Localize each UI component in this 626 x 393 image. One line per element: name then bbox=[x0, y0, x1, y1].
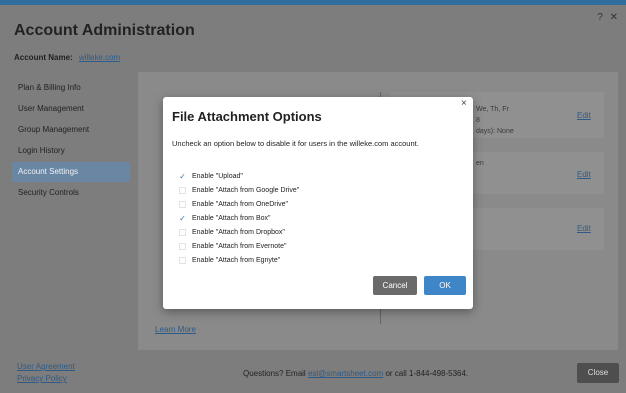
account-name-label: Account Name: bbox=[14, 53, 73, 62]
working-days-text: We, Th, Fr bbox=[476, 106, 509, 113]
edit-link[interactable]: Edit bbox=[577, 111, 591, 120]
sidebar-item-plan-billing[interactable]: Plan & Billing Info bbox=[12, 78, 130, 98]
option-dropbox[interactable]: Enable "Attach from Dropbox" bbox=[179, 226, 285, 239]
support-prefix: Questions? Email bbox=[243, 369, 306, 378]
option-label: Enable "Attach from OneDrive" bbox=[192, 201, 289, 208]
page-title: Account Administration bbox=[14, 22, 195, 39]
sidebar: Plan & Billing Info User Management Grou… bbox=[12, 78, 130, 204]
option-label: Enable "Upload" bbox=[192, 173, 243, 180]
checkbox-checked-icon[interactable]: ✓ bbox=[179, 172, 186, 180]
option-box[interactable]: ✓ Enable "Attach from Box" bbox=[179, 212, 271, 225]
checkbox-unchecked-icon[interactable] bbox=[179, 201, 186, 208]
working-days-number: 8 bbox=[476, 117, 480, 124]
setting-partial-text: en bbox=[476, 160, 484, 167]
dialog-close-icon[interactable]: × bbox=[461, 98, 467, 109]
sidebar-item-security-controls[interactable]: Security Controls bbox=[12, 183, 130, 203]
option-onedrive[interactable]: Enable "Attach from OneDrive" bbox=[179, 198, 288, 211]
support-suffix: or call 1-844-498-5364. bbox=[385, 369, 469, 378]
sidebar-item-login-history[interactable]: Login History bbox=[12, 141, 130, 161]
privacy-policy-link[interactable]: Privacy Policy bbox=[17, 374, 67, 383]
ok-button[interactable]: OK bbox=[424, 276, 466, 295]
user-agreement-link[interactable]: User Agreement bbox=[17, 362, 75, 371]
learn-more-link[interactable]: Learn More bbox=[155, 325, 196, 334]
help-icon[interactable]: ? bbox=[597, 12, 605, 23]
option-upload[interactable]: ✓ Enable "Upload" bbox=[179, 170, 243, 183]
account-name-row: Account Name: willeke.com bbox=[14, 53, 120, 62]
option-google-drive[interactable]: Enable "Attach from Google Drive" bbox=[179, 184, 299, 197]
dialog-title: File Attachment Options bbox=[172, 109, 322, 124]
checkbox-unchecked-icon[interactable] bbox=[179, 257, 186, 264]
top-accent-bar bbox=[0, 0, 626, 5]
option-label: Enable "Attach from Box" bbox=[192, 215, 271, 222]
option-evernote[interactable]: Enable "Attach from Evernote" bbox=[179, 240, 286, 253]
checkbox-unchecked-icon[interactable] bbox=[179, 243, 186, 250]
account-name-link[interactable]: willeke.com bbox=[79, 53, 120, 62]
option-label: Enable "Attach from Evernote" bbox=[192, 243, 287, 250]
edit-link[interactable]: Edit bbox=[577, 224, 591, 233]
dialog-description: Uncheck an option below to disable it fo… bbox=[172, 139, 419, 148]
cancel-button[interactable]: Cancel bbox=[373, 276, 417, 295]
window-controls: ? ✕ bbox=[597, 12, 620, 23]
close-button[interactable]: Close bbox=[577, 363, 619, 383]
option-egnyte[interactable]: Enable "Attach from Egnyte" bbox=[179, 254, 280, 267]
sidebar-item-group-management[interactable]: Group Management bbox=[12, 120, 130, 140]
checkbox-checked-icon[interactable]: ✓ bbox=[179, 214, 186, 222]
support-email-link[interactable]: esl@smartsheet.com bbox=[308, 369, 383, 378]
option-label: Enable "Attach from Google Drive" bbox=[192, 187, 300, 194]
option-label: Enable "Attach from Dropbox" bbox=[192, 229, 285, 236]
support-contact: Questions? Email esl@smartsheet.com or c… bbox=[243, 369, 468, 378]
close-icon[interactable]: ✕ bbox=[610, 12, 620, 23]
sidebar-item-account-settings[interactable]: Account Settings bbox=[12, 162, 130, 182]
working-days-none: days): None bbox=[476, 128, 514, 135]
option-label: Enable "Attach from Egnyte" bbox=[192, 257, 281, 264]
checkbox-unchecked-icon[interactable] bbox=[179, 229, 186, 236]
checkbox-unchecked-icon[interactable] bbox=[179, 187, 186, 194]
file-attachment-dialog: File Attachment Options × Uncheck an opt… bbox=[163, 97, 473, 309]
sidebar-item-user-management[interactable]: User Management bbox=[12, 99, 130, 119]
edit-link[interactable]: Edit bbox=[577, 170, 591, 179]
